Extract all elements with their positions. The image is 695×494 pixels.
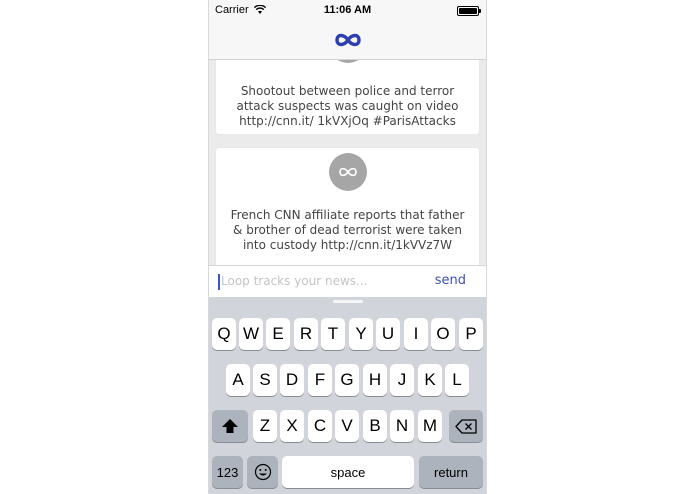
card-text: Shootout between police and terror attac… (236, 84, 459, 128)
key-k[interactable]: K (418, 364, 442, 396)
clock: 11:06 AM (323, 4, 372, 16)
infinity-icon (338, 167, 357, 177)
key-o[interactable]: O (431, 318, 455, 350)
avatar (328, 153, 367, 191)
key-u[interactable]: U (376, 318, 400, 350)
key-e[interactable]: E (266, 318, 290, 350)
emoji-key[interactable] (247, 456, 278, 488)
key-a[interactable]: A (226, 364, 250, 396)
keyboard-handle[interactable] (332, 300, 363, 303)
key-d[interactable]: D (280, 364, 304, 396)
key-g[interactable]: G (335, 364, 359, 396)
composer-bar: send (209, 265, 486, 297)
key-x[interactable]: X (280, 410, 304, 442)
nav-bar (209, 20, 486, 60)
send-button[interactable]: send (435, 273, 466, 288)
message-input[interactable] (221, 271, 421, 291)
text-cursor (218, 274, 220, 290)
key-v[interactable]: V (335, 410, 359, 442)
infinity-icon (334, 32, 362, 53)
key-b[interactable]: B (363, 410, 387, 442)
keyboard: Q W E R T Y U I O P A S D F G H J K L Z … (209, 297, 486, 494)
key-m[interactable]: M (418, 410, 442, 442)
key-z[interactable]: Z (253, 410, 277, 442)
phone-screen: Carrier 11:06 AM Shootout between police… (208, 0, 487, 494)
battery-icon (457, 6, 481, 16)
space-key[interactable]: space (282, 456, 414, 488)
return-key[interactable]: return (419, 456, 483, 488)
numbers-key[interactable]: 123 (212, 456, 243, 488)
key-i[interactable]: I (404, 318, 428, 350)
key-j[interactable]: J (390, 364, 414, 396)
shift-key[interactable] (212, 410, 248, 442)
key-t[interactable]: T (321, 318, 345, 350)
key-n[interactable]: N (390, 410, 414, 442)
emoji-icon (254, 463, 271, 481)
key-s[interactable]: S (253, 364, 277, 396)
key-r[interactable]: R (294, 318, 318, 350)
backspace-icon (455, 418, 477, 434)
backspace-key[interactable] (449, 410, 483, 442)
key-q[interactable]: Q (212, 318, 236, 350)
key-w[interactable]: W (239, 318, 263, 350)
key-p[interactable]: P (459, 318, 483, 350)
key-l[interactable]: L (445, 364, 469, 396)
key-h[interactable]: H (363, 364, 387, 396)
shift-icon (222, 419, 238, 433)
news-card[interactable]: Shootout between police and terror attac… (216, 60, 479, 134)
key-y[interactable]: Y (349, 318, 373, 350)
key-f[interactable]: F (308, 364, 332, 396)
key-c[interactable]: C (308, 410, 332, 442)
avatar (328, 60, 367, 63)
news-card[interactable]: French CNN affiliate reports that father… (216, 148, 479, 265)
status-bar: Carrier 11:06 AM (209, 0, 486, 20)
news-feed[interactable]: Shootout between police and terror attac… (209, 60, 486, 265)
card-text: French CNN affiliate reports that father… (230, 208, 465, 252)
